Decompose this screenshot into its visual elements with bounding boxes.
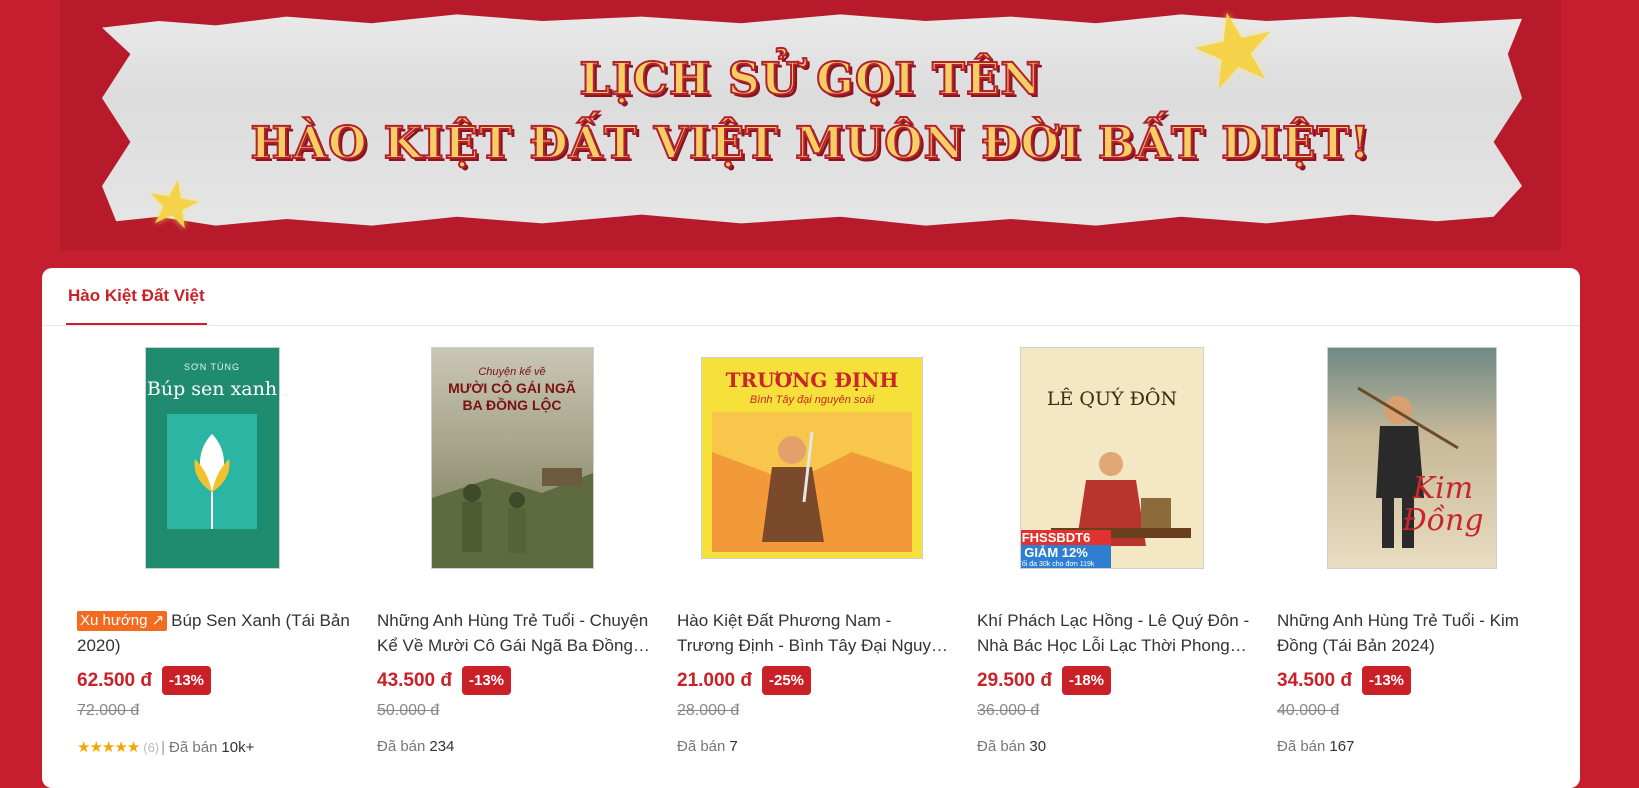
sold-count: 7 <box>729 738 738 755</box>
product-image[interactable]: Chuyện kể về MƯỜI CÔ GÁI NGÃ BA ĐỒNG LỘC <box>362 338 662 578</box>
book-cover: Kim Đồng <box>1328 348 1496 568</box>
trend-up-icon: ↗ <box>151 612 165 629</box>
discount-badge: -13% <box>162 666 212 695</box>
book-cover: SƠN TÙNG Búp sen xanh <box>145 348 279 568</box>
star-icon: ★ <box>139 163 209 245</box>
product-title[interactable]: Hào Kiệt Đất Phương Nam - Trương Định - … <box>677 608 952 658</box>
discount-badge: -18% <box>1062 666 1112 695</box>
tab-hao-kiet-dat-viet[interactable]: Hào Kiệt Đất Việt <box>66 268 207 325</box>
cover-author: SƠN TÙNG <box>183 362 241 372</box>
product-price: 43.500 đ <box>377 669 452 691</box>
discount-badge: -13% <box>1362 666 1412 695</box>
product-title[interactable]: Khí Phách Lạc Hồng - Lê Quý Đôn - Nhà Bá… <box>977 608 1252 658</box>
product-card[interactable]: SƠN TÙNG Búp sen xanh Xu hướng ↗ Búp Sen … <box>62 338 362 768</box>
original-price: 50.000 đ <box>377 702 440 719</box>
sold-count: 167 <box>1329 738 1355 755</box>
banner-title-line1: LỊCH SỬ GỌI TÊN <box>578 53 1042 106</box>
promo-subtext: Tối đa 30k cho đơn 119k <box>1021 561 1095 568</box>
sold-count: 234 <box>429 738 455 755</box>
promo-text: GIẢM 12% <box>1024 545 1088 560</box>
sold-row: Đã bán 7 <box>677 738 738 755</box>
sold-label: Đã bán <box>169 738 218 756</box>
product-list: SƠN TÙNG Búp sen xanh Xu hướng ↗ Búp Sen … <box>62 338 1562 768</box>
cover-title: Kim Đồng <box>1402 471 1484 538</box>
product-card[interactable]: Chuyện kể về MƯỜI CÔ GÁI NGÃ BA ĐỒNG LỘC… <box>362 338 662 768</box>
sold-row: Đã bán 167 <box>1277 738 1354 755</box>
price-row: 29.500 đ -18% <box>977 666 1112 695</box>
product-panel: Hào Kiệt Đất Việt SƠN TÙNG Búp sen xanh <box>42 268 1580 788</box>
price-row: 62.500 đ -13% <box>77 666 212 695</box>
product-image[interactable]: LÊ QUÝ ĐÔN FHSSBDT6 GIẢM 12% Tối đa 30k … <box>962 338 1262 578</box>
cover-subtitle: Bình Tây đại nguyên soái <box>749 394 875 406</box>
rating-stars-icon: ★★★★★ <box>77 739 140 756</box>
product-image[interactable]: TRƯƠNG ĐỊNH Bình Tây đại nguyên soái <box>662 338 962 578</box>
book-cover: TRƯƠNG ĐỊNH Bình Tây đại nguyên soái <box>702 358 922 558</box>
product-price: 21.000 đ <box>677 669 752 691</box>
product-card[interactable]: Kim Đồng Những Anh Hùng Trẻ Tuổi - Kim Đ… <box>1262 338 1562 768</box>
discount-badge: -13% <box>462 666 512 695</box>
sold-label: Đã bán <box>977 738 1026 755</box>
sold-count: 30 <box>1029 738 1047 755</box>
price-row: 21.000 đ -25% <box>677 666 812 695</box>
cover-title: MƯỜI CÔ GÁI NGÃ BA ĐỒNG LỘC <box>448 380 576 413</box>
cover-title: TRƯƠNG ĐỊNH <box>725 368 899 392</box>
trend-badge: Xu hướng ↗ <box>77 611 168 631</box>
book-cover: LÊ QUÝ ĐÔN FHSSBDT6 GIẢM 12% Tối đa 30k … <box>1021 348 1203 568</box>
original-price: 28.000 đ <box>677 702 740 719</box>
sold-row: Đã bán 234 <box>377 738 454 755</box>
book-cover: Chuyện kể về MƯỜI CÔ GÁI NGÃ BA ĐỒNG LỘC <box>431 348 593 568</box>
cover-title: Búp sen xanh <box>146 378 278 400</box>
original-price: 72.000 đ <box>77 702 140 719</box>
product-title[interactable]: Những Anh Hùng Trẻ Tuổi - Kim Đồng (Tái … <box>1277 608 1552 658</box>
original-price: 36.000 đ <box>977 702 1040 719</box>
sold-count: 10k+ <box>221 738 255 756</box>
rating-sold-row: ★★★★★ (6) | Đã bán 10k+ <box>77 738 255 757</box>
product-title[interactable]: Những Anh Hùng Trẻ Tuổi - Chuyện Kể Về M… <box>377 608 652 658</box>
price-row: 43.500 đ -13% <box>377 666 512 695</box>
soldiers-illustration <box>431 468 593 568</box>
divider: | <box>161 738 166 756</box>
product-price: 34.500 đ <box>1277 669 1352 691</box>
promo-code: FHSSBDT6 <box>1021 530 1111 545</box>
discount-badge: -25% <box>762 666 812 695</box>
product-image[interactable]: Kim Đồng <box>1262 338 1562 578</box>
product-card[interactable]: LÊ QUÝ ĐÔN FHSSBDT6 GIẢM 12% Tối đa 30k … <box>962 338 1262 768</box>
product-price: 29.500 đ <box>977 669 1052 691</box>
sold-label: Đã bán <box>677 738 726 755</box>
product-title[interactable]: Xu hướng ↗ Búp Sen Xanh (Tái Bản 2020) <box>77 608 352 658</box>
sold-label: Đã bán <box>1277 738 1326 755</box>
promo-sticker: FHSSBDT6 GIẢM 12% Tối đa 30k cho đơn 119… <box>1021 530 1111 568</box>
original-price: 40.000 đ <box>1277 702 1340 719</box>
review-count: (6) <box>143 739 160 755</box>
tab-bar: Hào Kiệt Đất Việt <box>42 268 1580 326</box>
product-card[interactable]: TRƯƠNG ĐỊNH Bình Tây đại nguyên soái Hào… <box>662 338 962 768</box>
cover-series: Chuyện kể về <box>478 366 546 378</box>
promo-banner[interactable]: ★ ★ LỊCH SỬ GỌI TÊN HÀO KIỆT ĐẤT VIỆT MU… <box>60 0 1561 250</box>
price-row: 34.500 đ -13% <box>1277 666 1412 695</box>
sold-label: Đã bán <box>377 738 426 755</box>
product-image[interactable]: SƠN TÙNG Búp sen xanh <box>62 338 362 578</box>
cover-title: LÊ QUÝ ĐÔN <box>1046 388 1178 410</box>
sold-row: Đã bán 30 <box>977 738 1046 755</box>
lotus-illustration <box>166 414 257 529</box>
product-price: 62.500 đ <box>77 669 152 691</box>
banner-title-line2: HÀO KIỆT ĐẤT VIỆT MUÔN ĐỜI BẤT DIỆT! <box>249 117 1371 170</box>
warrior-illustration <box>712 412 912 552</box>
